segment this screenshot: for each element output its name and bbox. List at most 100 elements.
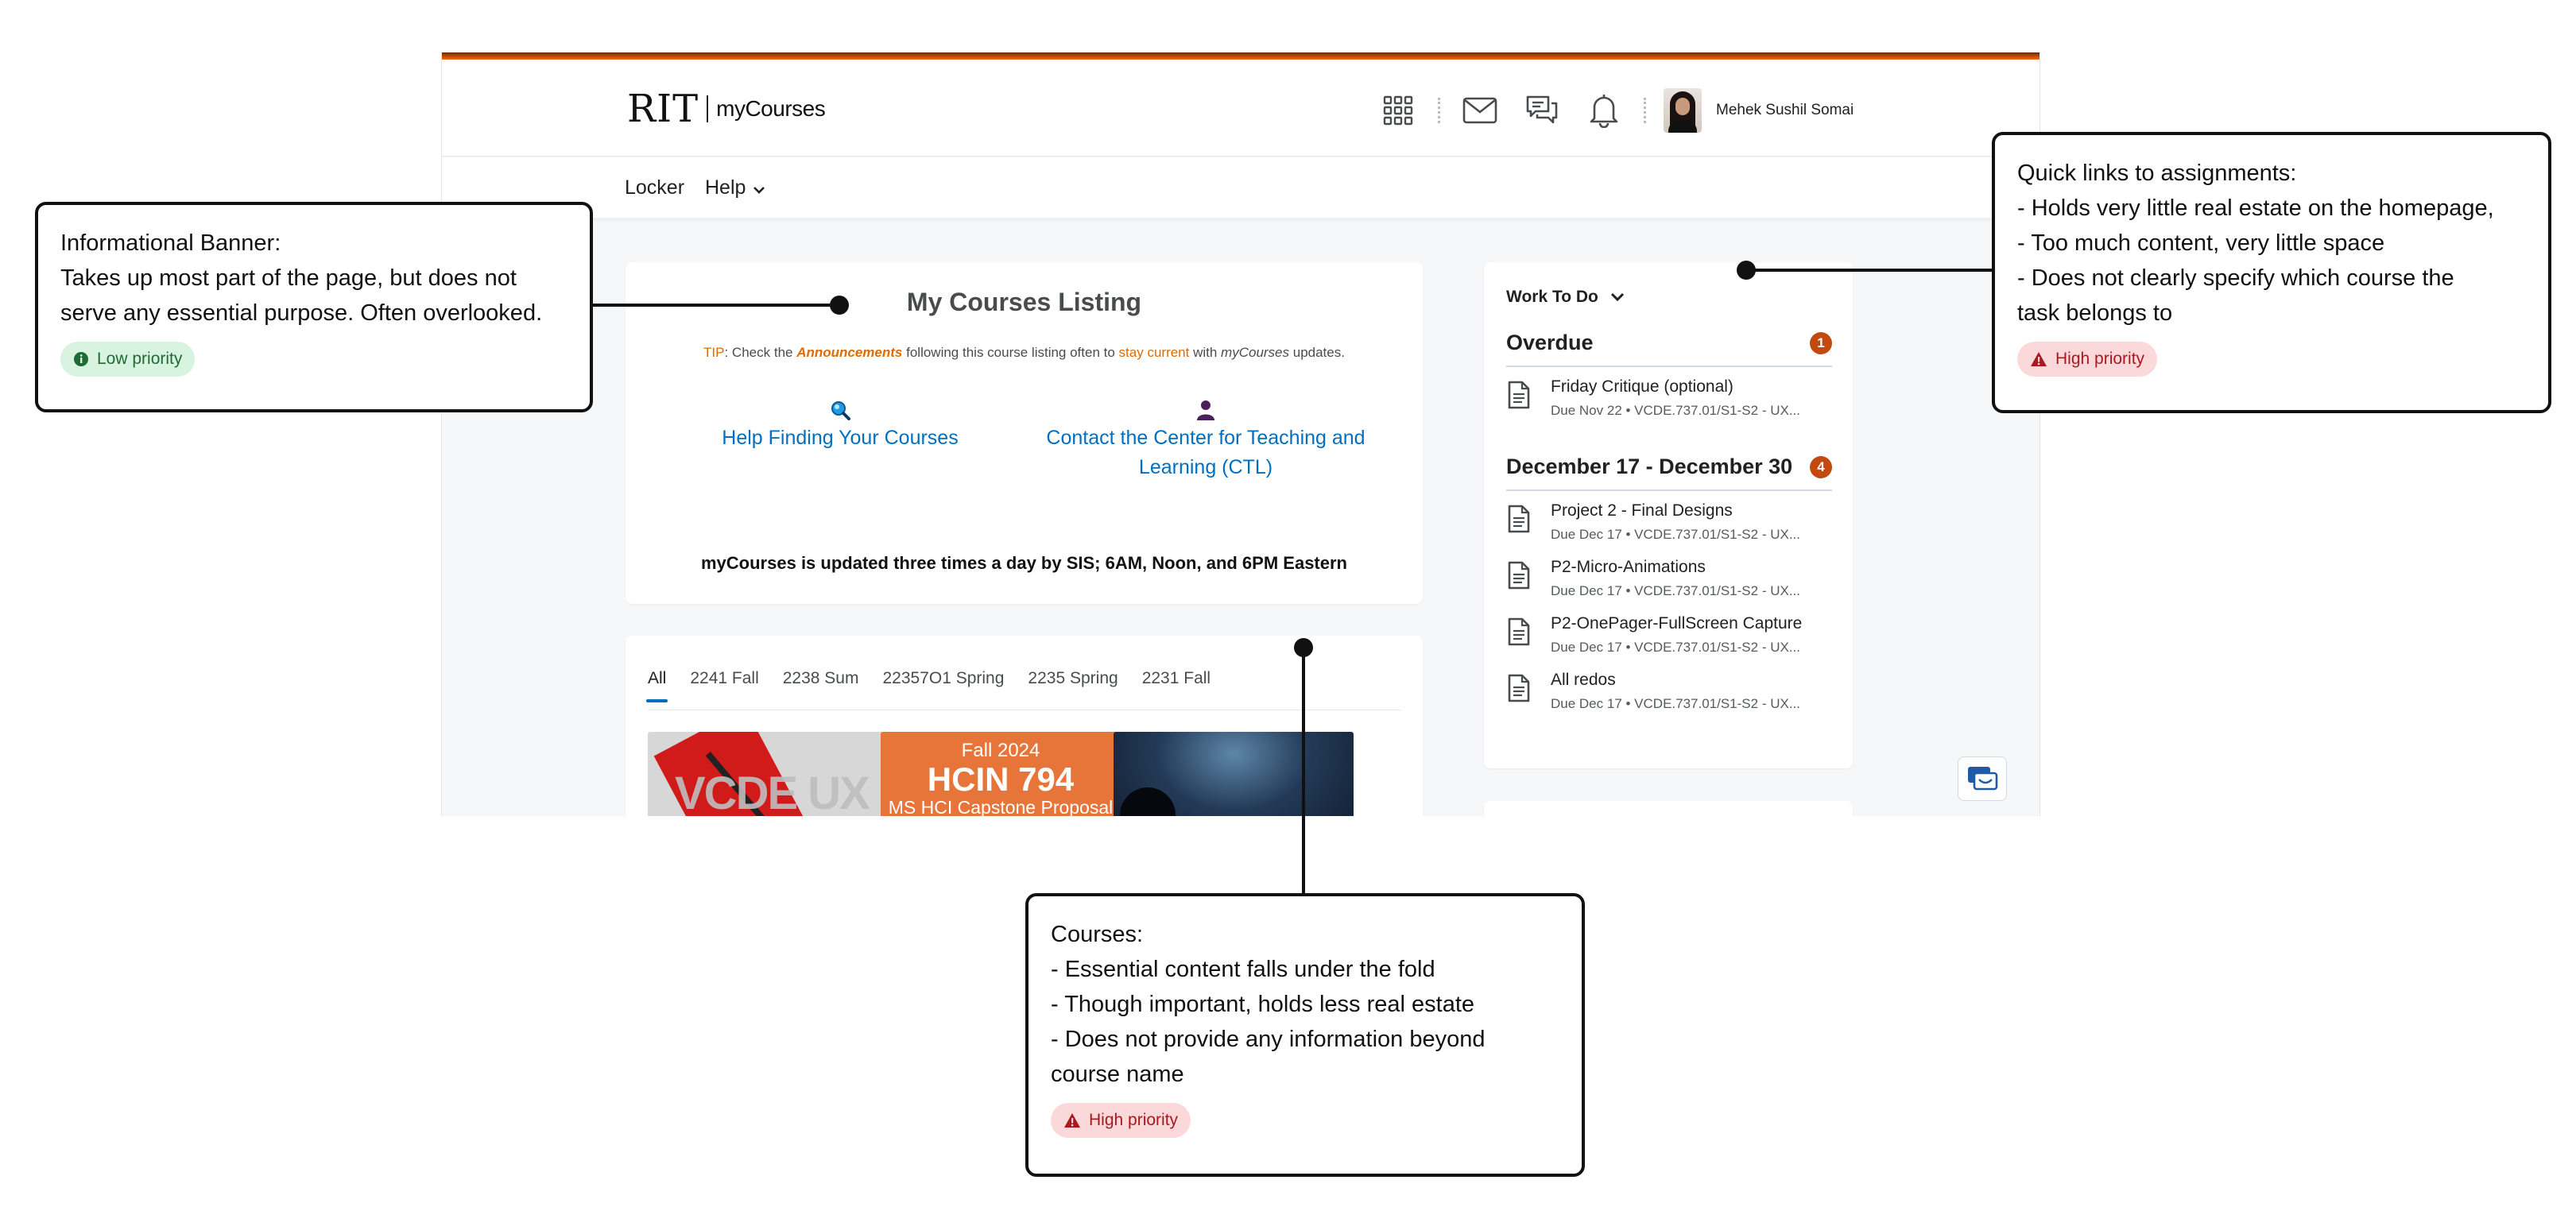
- tip-label: TIP: [703, 345, 725, 360]
- nav-locker[interactable]: Locker: [625, 176, 684, 199]
- chat-support-button[interactable]: [1958, 756, 2007, 801]
- task-name: Friday Critique (optional): [1551, 377, 1733, 396]
- courses-annotation: Courses: - Essential content falls under…: [1025, 893, 1585, 1177]
- task-item[interactable]: P2-OnePager-FullScreen Capture Due Dec 1…: [1506, 614, 1834, 662]
- tab-22357o1-spring[interactable]: 22357O1 Spring: [882, 669, 1004, 688]
- listing-title: My Courses Listing: [906, 288, 1142, 316]
- assignment-icon: [1508, 617, 1530, 646]
- annotation-line: - Too much content, very little space: [2017, 230, 2385, 256]
- course-tile-image-text: VCDE UX: [675, 768, 870, 816]
- priority-badge-low: Low priority: [60, 342, 196, 377]
- course-tile-vcde-ux[interactable]: VCDE UX: [648, 732, 888, 816]
- annotation-line: - Holds very little real estate on the h…: [2017, 195, 2494, 221]
- annotation-line: course name: [1051, 1062, 1184, 1087]
- tab-2231-fall[interactable]: 2231 Fall: [1142, 669, 1211, 688]
- chevron-down-icon: [753, 186, 765, 194]
- work-to-do-widget: Work To Do Overdue 1 Friday Critique (op…: [1484, 262, 1853, 768]
- task-name: All redos: [1551, 671, 1616, 689]
- task-item[interactable]: P2-Micro-Animations Due Dec 17 • VCDE.73…: [1506, 558, 1834, 605]
- annotation-line: - Though important, holds less real esta…: [1051, 992, 1475, 1017]
- chat-bubbles-icon[interactable]: [1520, 88, 1564, 133]
- contact-ctl-link[interactable]: Contact the Center for Teaching and Lear…: [1039, 400, 1373, 482]
- tip-part: updates.: [1289, 345, 1345, 360]
- update-schedule-text: myCourses is updated three times a day b…: [701, 553, 1347, 573]
- bell-icon[interactable]: [1582, 88, 1626, 133]
- tip-part: following this course listing often to: [902, 345, 1119, 360]
- logo-mycourses-text: myCourses: [716, 96, 826, 121]
- task-due: Due Dec 17 • VCDE.737.01/S1-S2 - UX...: [1551, 527, 1800, 542]
- person-icon: [1197, 400, 1214, 420]
- courses-connector-dot: [1294, 638, 1313, 657]
- annotation-line: serve any essential purpose. Often overl…: [60, 300, 543, 326]
- tab-2235-spring[interactable]: 2235 Spring: [1028, 669, 1118, 688]
- warning-icon: [1064, 1113, 1080, 1128]
- upcoming-count-badge: 4: [1810, 456, 1832, 478]
- contact-ctl-text: Contact the Center for Teaching and Lear…: [1046, 427, 1365, 478]
- work-to-do-title: Work To Do: [1506, 288, 1598, 306]
- banner-connector-line: [591, 304, 839, 307]
- task-name: P2-OnePager-FullScreen Capture: [1551, 614, 1803, 633]
- help-finding-courses-text: Help Finding Your Courses: [722, 427, 959, 449]
- tab-all[interactable]: All: [645, 669, 668, 702]
- rit-mycourses-logo[interactable]: RIT myCourses: [627, 87, 826, 131]
- tip-part: with: [1189, 345, 1222, 360]
- annotation-line: Courses:: [1051, 922, 1144, 947]
- tab-2238-sum[interactable]: 2238 Sum: [783, 669, 859, 688]
- section-divider: [1506, 366, 1832, 367]
- tip-mycourses: myCourses: [1221, 345, 1290, 360]
- task-due: Due Dec 17 • VCDE.737.01/S1-S2 - UX...: [1551, 696, 1800, 711]
- course-tile-term: Fall 2024: [961, 740, 1040, 761]
- annotation-line: Takes up most part of the page, but does…: [60, 265, 517, 291]
- task-item[interactable]: Project 2 - Final Designs Due Dec 17 • V…: [1506, 501, 1834, 549]
- nav-help[interactable]: Help: [705, 176, 766, 199]
- annotation-line: task belongs to: [2017, 300, 2173, 326]
- task-name: Project 2 - Final Designs: [1551, 501, 1733, 520]
- annotation-line: - Does not provide any information beyon…: [1051, 1027, 1486, 1052]
- next-widget-card: [1484, 801, 1853, 816]
- priority-label: High priority: [2055, 350, 2145, 368]
- priority-badge-high: High priority: [2017, 342, 2158, 377]
- tip-text: TIP: Check the Announcements following t…: [626, 345, 1423, 361]
- tip-part: : Check the: [724, 345, 797, 360]
- course-tile-hcin-794[interactable]: Fall 2024 HCIN 794 MS HCI Capstone Propo…: [881, 732, 1121, 816]
- header-divider: [1438, 98, 1440, 123]
- task-item[interactable]: All redos Due Dec 17 • VCDE.737.01/S1-S2…: [1506, 671, 1834, 718]
- course-tile-night-sky[interactable]: [1114, 732, 1354, 816]
- annotation-line: Quick links to assignments:: [2017, 161, 2297, 186]
- upcoming-range-title: December 17 - December 30: [1506, 455, 1793, 478]
- overdue-count-badge: 1: [1810, 332, 1832, 354]
- assignment-icon: [1508, 561, 1530, 590]
- top-header: RIT myCourses Mehek Sushil Somai: [442, 60, 2039, 157]
- work-to-do-header[interactable]: Work To Do: [1506, 288, 1625, 307]
- assignment-icon: [1508, 381, 1530, 409]
- tab-2241-fall[interactable]: 2241 Fall: [690, 669, 758, 688]
- banner-annotation: Informational Banner: Takes up most part…: [35, 202, 593, 412]
- priority-label: Low priority: [97, 350, 183, 368]
- avatar[interactable]: [1664, 88, 1702, 133]
- mail-icon[interactable]: [1458, 88, 1502, 133]
- warning-icon: [2031, 352, 2047, 366]
- header-actions: Mehek Sushil Somai: [1376, 88, 1854, 133]
- announcements-link[interactable]: Announcements: [796, 345, 902, 360]
- apps-grid-icon[interactable]: [1376, 88, 1420, 133]
- priority-badge-high: High priority: [1051, 1103, 1191, 1138]
- quick-links-connector-line: [1746, 269, 1994, 272]
- mycourses-screenshot: RIT myCourses Mehek Sushil Somai Locker …: [441, 52, 2040, 816]
- user-name[interactable]: Mehek Sushil Somai: [1716, 102, 1854, 119]
- overdue-title: Overdue: [1506, 331, 1594, 354]
- magnifier-icon: [831, 401, 850, 420]
- task-due: Due Dec 17 • VCDE.737.01/S1-S2 - UX...: [1551, 640, 1800, 655]
- courses-connector-line: [1302, 647, 1305, 895]
- assignment-icon: [1508, 505, 1530, 533]
- assignment-icon: [1508, 674, 1530, 702]
- help-finding-courses-link[interactable]: Help Finding Your Courses: [721, 400, 959, 453]
- task-due: Due Nov 22 • VCDE.737.01/S1-S2 - UX...: [1551, 403, 1800, 418]
- logo-rit-text: RIT: [627, 87, 699, 131]
- header-divider: [1644, 98, 1646, 123]
- stay-current-link[interactable]: stay current: [1119, 345, 1190, 360]
- task-item[interactable]: Friday Critique (optional) Due Nov 22 • …: [1506, 377, 1834, 425]
- course-tile-code: HCIN 794: [927, 760, 1075, 798]
- logo-separator: [707, 95, 709, 122]
- course-tile-name: MS HCI Capstone Proposal: [888, 797, 1114, 816]
- nav-help-label: Help: [705, 176, 746, 199]
